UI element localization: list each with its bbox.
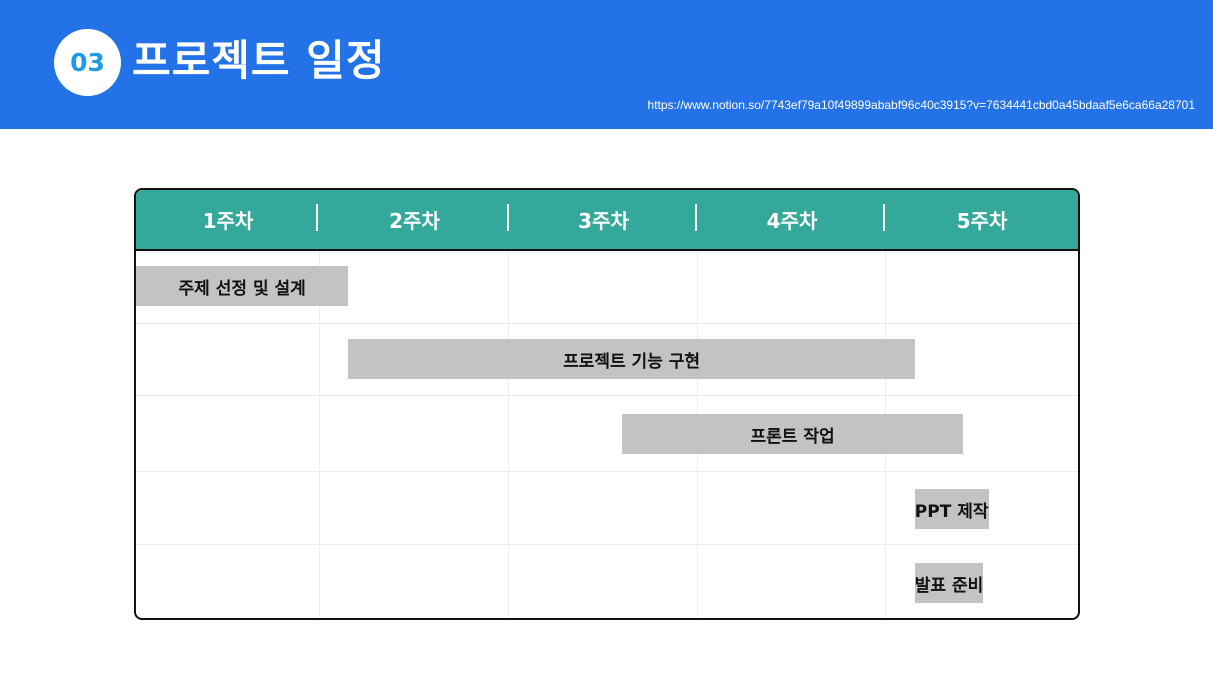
task-bar-presentation-prep: 발표 준비 bbox=[914, 563, 984, 603]
task-bar-topic-design: 주제 선정 및 설계 bbox=[136, 266, 349, 306]
task-bar-frontend: 프론트 작업 bbox=[622, 414, 963, 454]
week-header-row: 1주차 2주차 3주차 4주차 5주차 bbox=[136, 190, 1078, 251]
week-separator bbox=[883, 204, 885, 231]
week-4-header: 4주차 bbox=[766, 209, 818, 233]
grid-row-line bbox=[136, 323, 1078, 324]
grid-row-line bbox=[136, 471, 1078, 472]
schedule-table: 1주차 2주차 3주차 4주차 5주차 주제 선정 및 설계 프로젝트 기능 구… bbox=[134, 188, 1080, 620]
week-2-header: 2주차 bbox=[389, 209, 440, 233]
week-3-header: 3주차 bbox=[578, 209, 629, 233]
week-1-header: 1주차 bbox=[202, 209, 254, 233]
grid-row-line bbox=[136, 395, 1078, 396]
page-title: 프로젝트 일정 bbox=[132, 36, 386, 85]
section-number-badge: 03 bbox=[54, 29, 121, 96]
week-separator bbox=[316, 204, 318, 231]
week-5-header: 5주차 bbox=[956, 209, 1008, 233]
task-bar-feature-implementation: 프로젝트 기능 구현 bbox=[348, 339, 915, 379]
week-separator bbox=[695, 204, 697, 231]
grid-column-line bbox=[508, 251, 509, 618]
header-banner: 03 프로젝트 일정 https://www.notion.so/7743ef7… bbox=[0, 0, 1213, 129]
notion-link[interactable]: https://www.notion.so/7743ef79a10f49899a… bbox=[648, 97, 1195, 113]
grid-row-line bbox=[136, 544, 1078, 545]
task-bar-ppt: PPT 제작 bbox=[914, 489, 989, 529]
grid-column-line bbox=[319, 251, 320, 618]
